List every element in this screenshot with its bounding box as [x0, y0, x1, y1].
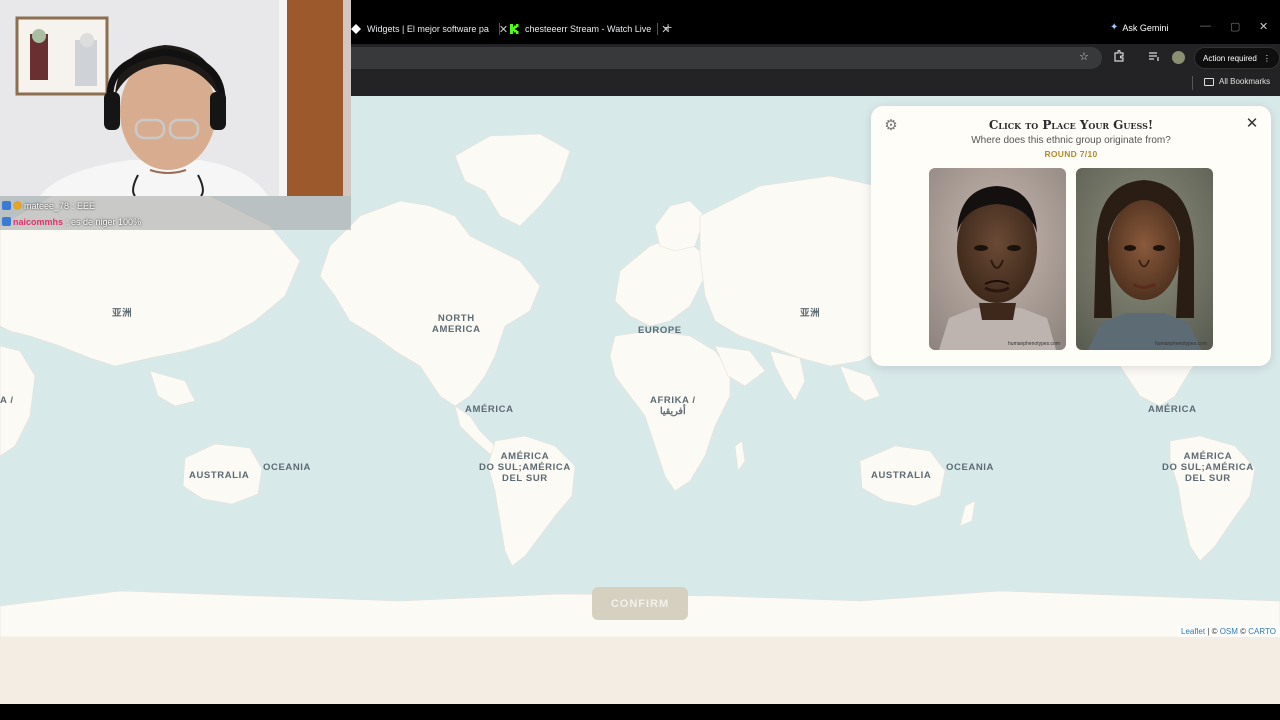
attribution-separator: © [1237, 627, 1249, 636]
tab-close-icon[interactable]: ✕ [499, 23, 508, 36]
europe-shape [614, 235, 706, 327]
image-watermark: humanphenotypes.com [1008, 341, 1060, 347]
leaflet-link[interactable]: Leaflet [1181, 627, 1205, 636]
gemini-sparkle-icon: ✦ [1110, 22, 1119, 33]
bookmark-star-icon[interactable]: ☆ [1079, 50, 1089, 63]
guess-card: ⚙ Click to Place Your Guess! Where does … [871, 106, 1271, 366]
tab-widgets[interactable]: Widgets | El mejor software pa ✕ [351, 18, 508, 40]
map-label-north-america: NORTH AMERICA [432, 313, 481, 335]
greenland-shape [454, 133, 571, 227]
streamer-webcam [0, 0, 351, 196]
tab-separator [657, 23, 658, 35]
tab-title: chesteeerr Stream - Watch Live [525, 24, 652, 34]
map-label-africa: AFRIKA / أفريقيا [650, 395, 696, 417]
all-bookmarks-button[interactable]: All Bookmarks [1204, 77, 1270, 86]
map-attribution: Leaflet | © OSM © CARTO [1177, 626, 1280, 637]
ask-gemini-button[interactable]: ✦ Ask Gemini [1110, 22, 1168, 33]
carto-link[interactable]: CARTO [1248, 627, 1276, 636]
action-required-label: Action required [1203, 53, 1257, 63]
osm-link[interactable]: OSM [1220, 627, 1238, 636]
new-tab-button[interactable]: + [664, 19, 672, 35]
map-label-oceania: OCEANIA [946, 462, 995, 473]
chat-message: mateee_78 : EEE [2, 198, 95, 213]
map-label-america: AMÉRICA [465, 404, 514, 415]
map-label-australia: AUSTRALIA [189, 470, 250, 481]
restore-icon[interactable]: ▢ [1230, 20, 1240, 33]
north-america-shape [319, 200, 541, 407]
round-indicator: ROUND 7/10 [1044, 149, 1098, 159]
scandinavia-shape [654, 200, 706, 252]
map-label-asia: 亚洲 [112, 308, 133, 319]
chat-message: naicommhs : es de niger 100% [2, 214, 141, 229]
kebab-menu-icon: ⋮ [1262, 53, 1271, 63]
attribution-separator: | © [1205, 627, 1220, 636]
se-asia-left-shape [149, 370, 196, 407]
profile-avatar[interactable] [1172, 51, 1185, 64]
map-label-oceania: OCEANIA [263, 462, 312, 473]
minimize-icon[interactable]: — [1200, 20, 1211, 32]
extensions-icon[interactable] [1113, 49, 1125, 65]
chat-badge-icon [13, 201, 22, 210]
tab-separator [499, 23, 500, 35]
widgets-icon [351, 24, 361, 34]
confirm-button[interactable]: CONFIRM [592, 587, 688, 620]
bookmarks-separator [1192, 76, 1193, 90]
tab-title: Widgets | El mejor software pa [367, 24, 489, 34]
screen-bottom-edge [0, 704, 1280, 720]
reading-list-icon[interactable] [1148, 50, 1160, 65]
chat-badge-icon [2, 201, 11, 210]
page-footer-area [0, 637, 1280, 704]
map-label-asia: 亚洲 [800, 308, 821, 319]
chat-username: naicommhs [13, 216, 64, 227]
tab-kick-stream[interactable]: chesteeerr Stream - Watch Live ✕ [509, 18, 670, 40]
male-composite-face: humanphenotypes.com [929, 168, 1066, 350]
se-asia-shape [839, 365, 881, 402]
folder-icon [1204, 77, 1214, 86]
map-label-australia: AUSTRALIA [871, 470, 932, 481]
stream-chat-overlay: mateee_78 : EEE naicommhs : es de niger … [0, 196, 351, 230]
india-shape [769, 350, 806, 402]
female-composite-face: humanphenotypes.com [1076, 168, 1213, 350]
screen: Widgets | El mejor software pa ✕ chestee… [0, 0, 1280, 720]
card-title: Click to Place Your Guess! [988, 118, 1154, 132]
chat-badge-icon [2, 217, 11, 226]
chat-text: : EEE [72, 200, 96, 211]
map-label-south-america: AMÉRICA DO SUL;AMÉRICA DEL SUR [479, 451, 571, 484]
image-watermark: humanphenotypes.com [1155, 341, 1207, 347]
new-zealand-shape [959, 500, 976, 527]
chat-username: mateee_78 [24, 200, 70, 211]
map-label-south-america: AMÉRICA DO SUL;AMÉRICA DEL SUR [1162, 451, 1254, 484]
kick-icon [510, 24, 519, 34]
all-bookmarks-label: All Bookmarks [1219, 77, 1271, 86]
ask-gemini-label: Ask Gemini [1122, 22, 1169, 33]
action-required-button[interactable]: Action required ⋮ [1194, 47, 1280, 69]
map-label-europe: EUROPE [638, 325, 682, 336]
map-label-america: AMÉRICA [1148, 404, 1197, 415]
close-icon[interactable]: ✕ [1243, 115, 1261, 133]
chat-text: : es de niger 100% [66, 216, 142, 227]
card-question: Where does this ethnic group originate f… [971, 135, 1171, 146]
map-label-asia-edge: A / [0, 395, 14, 406]
window-close-icon[interactable]: ✕ [1259, 20, 1268, 33]
madagascar-shape [734, 440, 746, 472]
